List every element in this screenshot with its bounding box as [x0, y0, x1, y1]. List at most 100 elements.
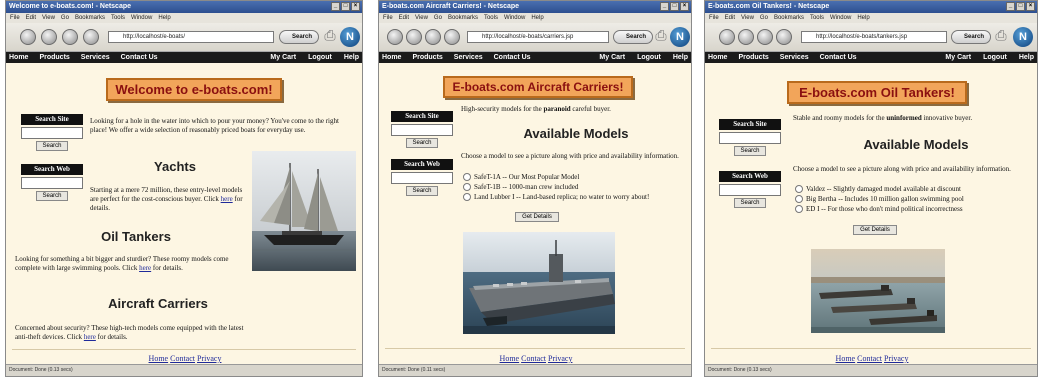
- forward-icon[interactable]: [738, 29, 754, 45]
- nav-home[interactable]: Home: [9, 52, 28, 63]
- print-icon[interactable]: ⎙: [320, 28, 340, 46]
- menu-edit[interactable]: Edit: [26, 13, 36, 23]
- menu-go[interactable]: Go: [61, 13, 69, 23]
- search-web-input[interactable]: [719, 184, 781, 196]
- stop-icon[interactable]: [83, 29, 99, 45]
- model-option-2[interactable]: Big Bertha -- Includes 10 million gallon…: [795, 195, 1035, 204]
- reload-icon[interactable]: [62, 29, 78, 45]
- menu-help[interactable]: Help: [158, 13, 170, 23]
- menu-edit[interactable]: Edit: [399, 13, 409, 23]
- model-option-1[interactable]: SafeT-1A -- Our Most Popular Model: [463, 173, 691, 182]
- browser-search-button[interactable]: Search: [279, 30, 320, 44]
- nav-services[interactable]: Services: [81, 52, 110, 63]
- nav-help[interactable]: Help: [344, 52, 359, 63]
- oil-tankers-link[interactable]: here: [139, 264, 151, 272]
- nav-logout[interactable]: Logout: [983, 52, 1007, 63]
- forward-icon[interactable]: [41, 29, 57, 45]
- minimize-button[interactable]: _: [1006, 2, 1015, 11]
- footer-contact[interactable]: Contact: [521, 354, 546, 363]
- reload-icon[interactable]: [757, 29, 773, 45]
- menu-view[interactable]: View: [741, 13, 754, 23]
- nav-products[interactable]: Products: [738, 52, 768, 63]
- minimize-button[interactable]: _: [331, 2, 340, 11]
- model-radio-3[interactable]: [795, 205, 803, 214]
- yachts-link[interactable]: here: [221, 195, 233, 203]
- search-web-button[interactable]: Search: [36, 191, 68, 201]
- model-radio-2[interactable]: [795, 195, 803, 204]
- nav-my-cart[interactable]: My Cart: [270, 52, 296, 63]
- menu-window[interactable]: Window: [830, 13, 851, 23]
- model-option-3[interactable]: Land Lubber I -- Land-based replica; no …: [463, 193, 691, 202]
- print-icon[interactable]: ⎙: [651, 28, 671, 46]
- nav-services[interactable]: Services: [780, 52, 809, 63]
- search-web-input[interactable]: [391, 172, 453, 184]
- footer-home[interactable]: Home: [836, 354, 856, 363]
- model-radio-1[interactable]: [795, 185, 803, 194]
- back-icon[interactable]: [20, 29, 36, 45]
- nav-services[interactable]: Services: [454, 52, 483, 63]
- menu-file[interactable]: File: [383, 13, 393, 23]
- back-icon[interactable]: [719, 29, 735, 45]
- get-details-button[interactable]: Get Details: [515, 212, 559, 222]
- nav-products[interactable]: Products: [412, 52, 442, 63]
- nav-logout[interactable]: Logout: [637, 52, 661, 63]
- footer-home[interactable]: Home: [149, 354, 169, 363]
- browser-search-button[interactable]: Search: [613, 30, 654, 44]
- close-button[interactable]: ×: [1026, 2, 1035, 11]
- stop-icon[interactable]: [776, 29, 792, 45]
- menu-tools[interactable]: Tools: [484, 13, 498, 23]
- nav-contact-us[interactable]: Contact Us: [820, 52, 857, 63]
- print-icon[interactable]: ⎙: [991, 28, 1011, 46]
- model-radio-2[interactable]: [463, 183, 471, 192]
- back-icon[interactable]: [387, 29, 403, 45]
- menu-help[interactable]: Help: [857, 13, 869, 23]
- search-web-input[interactable]: [21, 177, 83, 189]
- model-option-1[interactable]: Valdez -- Slightly damaged model availab…: [795, 185, 1035, 194]
- maximize-button[interactable]: □: [1016, 2, 1025, 11]
- menu-go[interactable]: Go: [434, 13, 442, 23]
- search-site-input[interactable]: [719, 132, 781, 144]
- model-option-2[interactable]: SafeT-1B -- 1000-man crew included: [463, 183, 691, 192]
- nav-contact-us[interactable]: Contact Us: [121, 52, 158, 63]
- url-field[interactable]: http://localhost/e-boats/carriers.jsp: [467, 31, 609, 43]
- nav-home[interactable]: Home: [708, 52, 727, 63]
- nav-my-cart[interactable]: My Cart: [945, 52, 971, 63]
- maximize-button[interactable]: □: [670, 2, 679, 11]
- browser-search-button[interactable]: Search: [951, 30, 992, 44]
- footer-privacy[interactable]: Privacy: [884, 354, 908, 363]
- footer-contact[interactable]: Contact: [170, 354, 195, 363]
- model-radio-3[interactable]: [463, 193, 471, 202]
- menu-help[interactable]: Help: [531, 13, 543, 23]
- menu-bookmarks[interactable]: Bookmarks: [448, 13, 478, 23]
- forward-icon[interactable]: [406, 29, 422, 45]
- menu-tools[interactable]: Tools: [810, 13, 824, 23]
- menu-window[interactable]: Window: [504, 13, 525, 23]
- menu-edit[interactable]: Edit: [725, 13, 735, 23]
- model-radio-1[interactable]: [463, 173, 471, 182]
- search-site-button[interactable]: Search: [406, 138, 438, 148]
- menu-bookmarks[interactable]: Bookmarks: [774, 13, 804, 23]
- menu-go[interactable]: Go: [760, 13, 768, 23]
- minimize-button[interactable]: _: [660, 2, 669, 11]
- nav-home[interactable]: Home: [382, 52, 401, 63]
- footer-home[interactable]: Home: [500, 354, 520, 363]
- close-button[interactable]: ×: [680, 2, 689, 11]
- menu-window[interactable]: Window: [131, 13, 152, 23]
- menu-file[interactable]: File: [709, 13, 719, 23]
- search-web-button[interactable]: Search: [406, 186, 438, 196]
- search-site-input[interactable]: [391, 124, 453, 136]
- search-site-button[interactable]: Search: [36, 141, 68, 151]
- menu-view[interactable]: View: [415, 13, 428, 23]
- nav-my-cart[interactable]: My Cart: [599, 52, 625, 63]
- menu-bookmarks[interactable]: Bookmarks: [75, 13, 105, 23]
- nav-help[interactable]: Help: [1019, 52, 1034, 63]
- search-site-input[interactable]: [21, 127, 83, 139]
- nav-contact-us[interactable]: Contact Us: [494, 52, 531, 63]
- search-web-button[interactable]: Search: [734, 198, 766, 208]
- url-field[interactable]: http://localhost/e-boats/: [108, 31, 274, 43]
- search-site-button[interactable]: Search: [734, 146, 766, 156]
- aircraft-carriers-link[interactable]: here: [84, 333, 96, 341]
- close-button[interactable]: ×: [351, 2, 360, 11]
- menu-tools[interactable]: Tools: [111, 13, 125, 23]
- nav-products[interactable]: Products: [39, 52, 69, 63]
